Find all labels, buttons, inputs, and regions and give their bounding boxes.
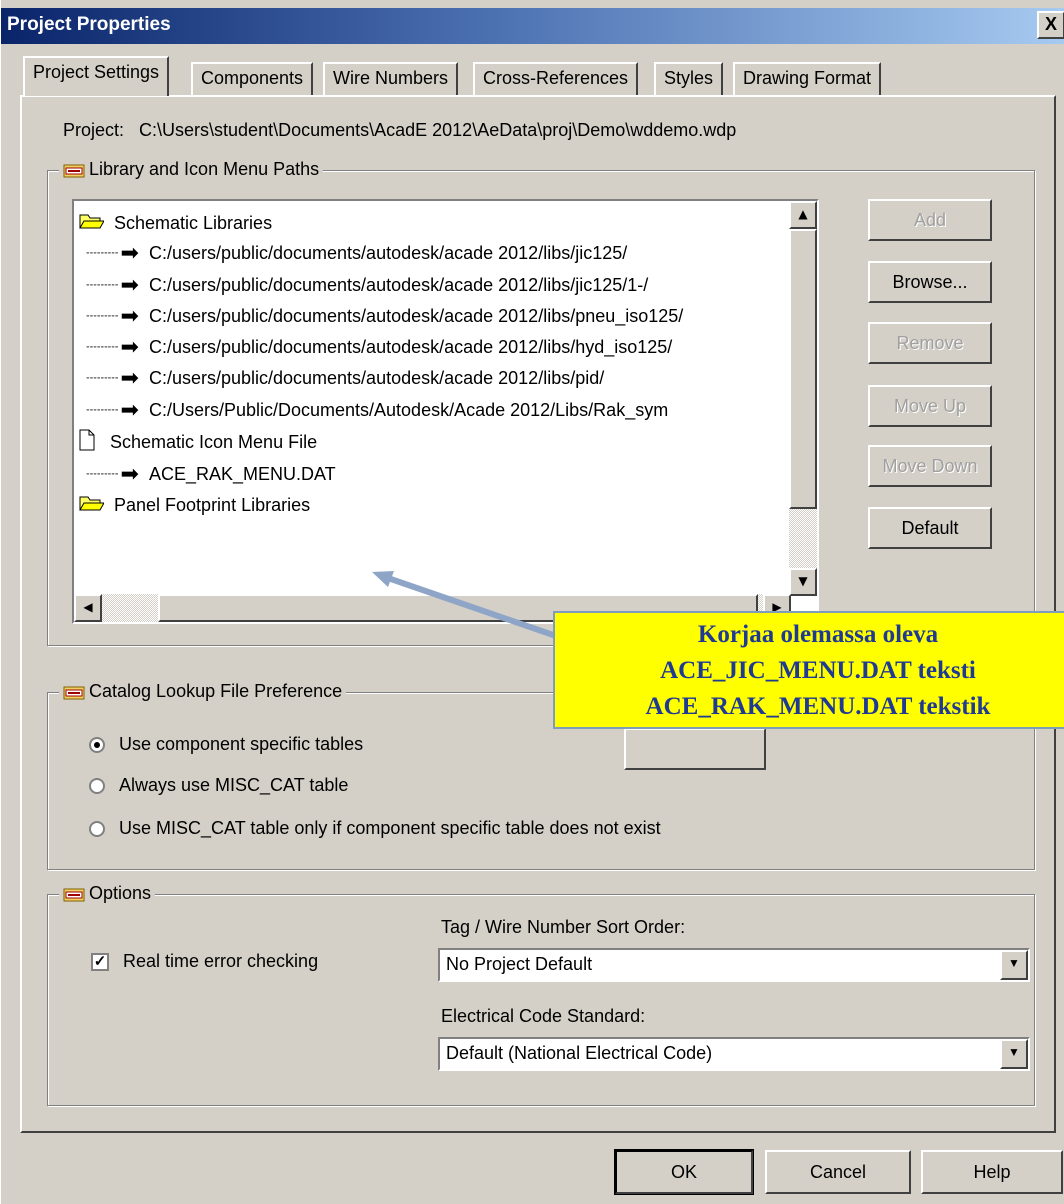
arrowhead-icon	[372, 571, 394, 587]
instruction-callout: Korjaa olemassa oleva ACE_JIC_MENU.DAT t…	[553, 611, 1064, 729]
callout-line: Korjaa olemassa oleva	[697, 621, 939, 648]
annotation-arrow	[372, 571, 557, 639]
callout-line: ACE_RAK_MENU.DAT tekstik	[645, 693, 991, 720]
callout-line: ACE_JIC_MENU.DAT teksti	[660, 657, 976, 684]
